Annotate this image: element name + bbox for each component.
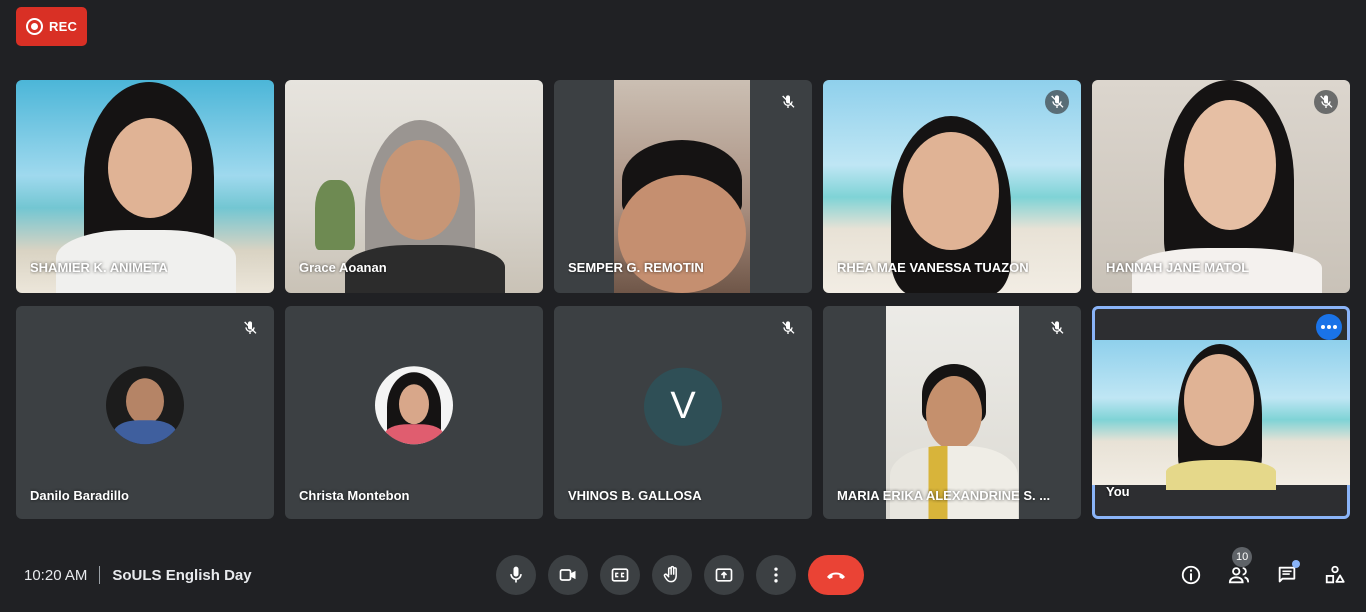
- activities-button[interactable]: [1322, 560, 1348, 590]
- avatar: [375, 365, 453, 444]
- participant-tile[interactable]: Danilo Baradillo: [16, 306, 274, 519]
- mic-icon: [510, 566, 522, 583]
- more-options-button[interactable]: [756, 555, 796, 595]
- participant-name: MARIA ERIKA ALEXANDRINE S. ...: [837, 488, 1051, 503]
- participant-name: You: [1106, 484, 1130, 499]
- participant-tile[interactable]: MARIA ERIKA ALEXANDRINE S. ...: [823, 306, 1081, 519]
- camera-icon: [559, 569, 576, 581]
- participant-initial: V: [644, 367, 722, 446]
- self-video: [1092, 340, 1350, 490]
- participant-tile[interactable]: RHEA MAE VANESSA TUAZON: [823, 80, 1081, 293]
- clock-time: 10:20 AM: [24, 566, 88, 584]
- info-icon: [1181, 565, 1201, 585]
- raise-hand-icon: [663, 565, 677, 583]
- leave-call-button[interactable]: [808, 555, 864, 595]
- camera-button[interactable]: [548, 555, 588, 595]
- raise-hand-button[interactable]: [652, 555, 692, 595]
- record-icon: [26, 18, 43, 35]
- participant-tile[interactable]: SEMPER G. REMOTIN: [554, 80, 812, 293]
- participant-tile[interactable]: Christa Montebon: [285, 306, 543, 519]
- muted-icon: [1045, 316, 1069, 340]
- more-options-button[interactable]: [1316, 314, 1342, 340]
- muted-icon: [1314, 90, 1338, 114]
- present-icon: [715, 568, 733, 582]
- muted-icon: [1045, 90, 1069, 114]
- activities-icon: [1325, 565, 1345, 584]
- captions-icon: [611, 568, 629, 582]
- call-controls: [496, 555, 864, 595]
- recording-label: REC: [49, 19, 78, 34]
- new-message-indicator: [1292, 560, 1300, 568]
- muted-icon: [776, 90, 800, 114]
- meeting-info: 10:20 AM SoULS English Day: [24, 566, 252, 584]
- people-icon: [1228, 567, 1250, 584]
- participant-name: VHINOS B. GALLOSA: [568, 488, 702, 503]
- captions-button[interactable]: [600, 555, 640, 595]
- self-tile[interactable]: You: [1092, 306, 1350, 519]
- present-button[interactable]: [704, 555, 744, 595]
- meeting-details-button[interactable]: [1178, 560, 1204, 590]
- participant-tile[interactable]: Grace Aoanan: [285, 80, 543, 293]
- participant-name: Christa Montebon: [299, 488, 410, 503]
- participant-tile[interactable]: HANNAH JANE MATOL: [1092, 80, 1350, 293]
- avatar: [106, 365, 184, 444]
- chat-button[interactable]: [1274, 560, 1300, 590]
- muted-icon: [776, 316, 800, 340]
- participant-grid: SHAMIER K. ANIMETA Grace Aoanan SEMPER G…: [16, 80, 1350, 519]
- participant-name: RHEA MAE VANESSA TUAZON: [837, 260, 1029, 275]
- recording-indicator: REC: [16, 7, 87, 46]
- meeting-title: SoULS English Day: [112, 566, 252, 584]
- more-options-icon: [774, 567, 778, 583]
- participant-name: SHAMIER K. ANIMETA: [30, 260, 168, 275]
- participant-name: Danilo Baradillo: [30, 488, 129, 503]
- divider: [99, 566, 101, 584]
- hang-up-icon: [827, 572, 845, 579]
- participant-name: HANNAH JANE MATOL: [1106, 260, 1250, 275]
- muted-icon: [238, 316, 262, 340]
- mic-button[interactable]: [496, 555, 536, 595]
- side-controls: 10: [1178, 547, 1348, 590]
- people-button[interactable]: 10: [1226, 547, 1253, 590]
- participant-tile[interactable]: SHAMIER K. ANIMETA: [16, 80, 274, 293]
- participant-tile[interactable]: V VHINOS B. GALLOSA: [554, 306, 812, 519]
- participant-name: SEMPER G. REMOTIN: [568, 260, 704, 275]
- participant-name: Grace Aoanan: [299, 260, 387, 275]
